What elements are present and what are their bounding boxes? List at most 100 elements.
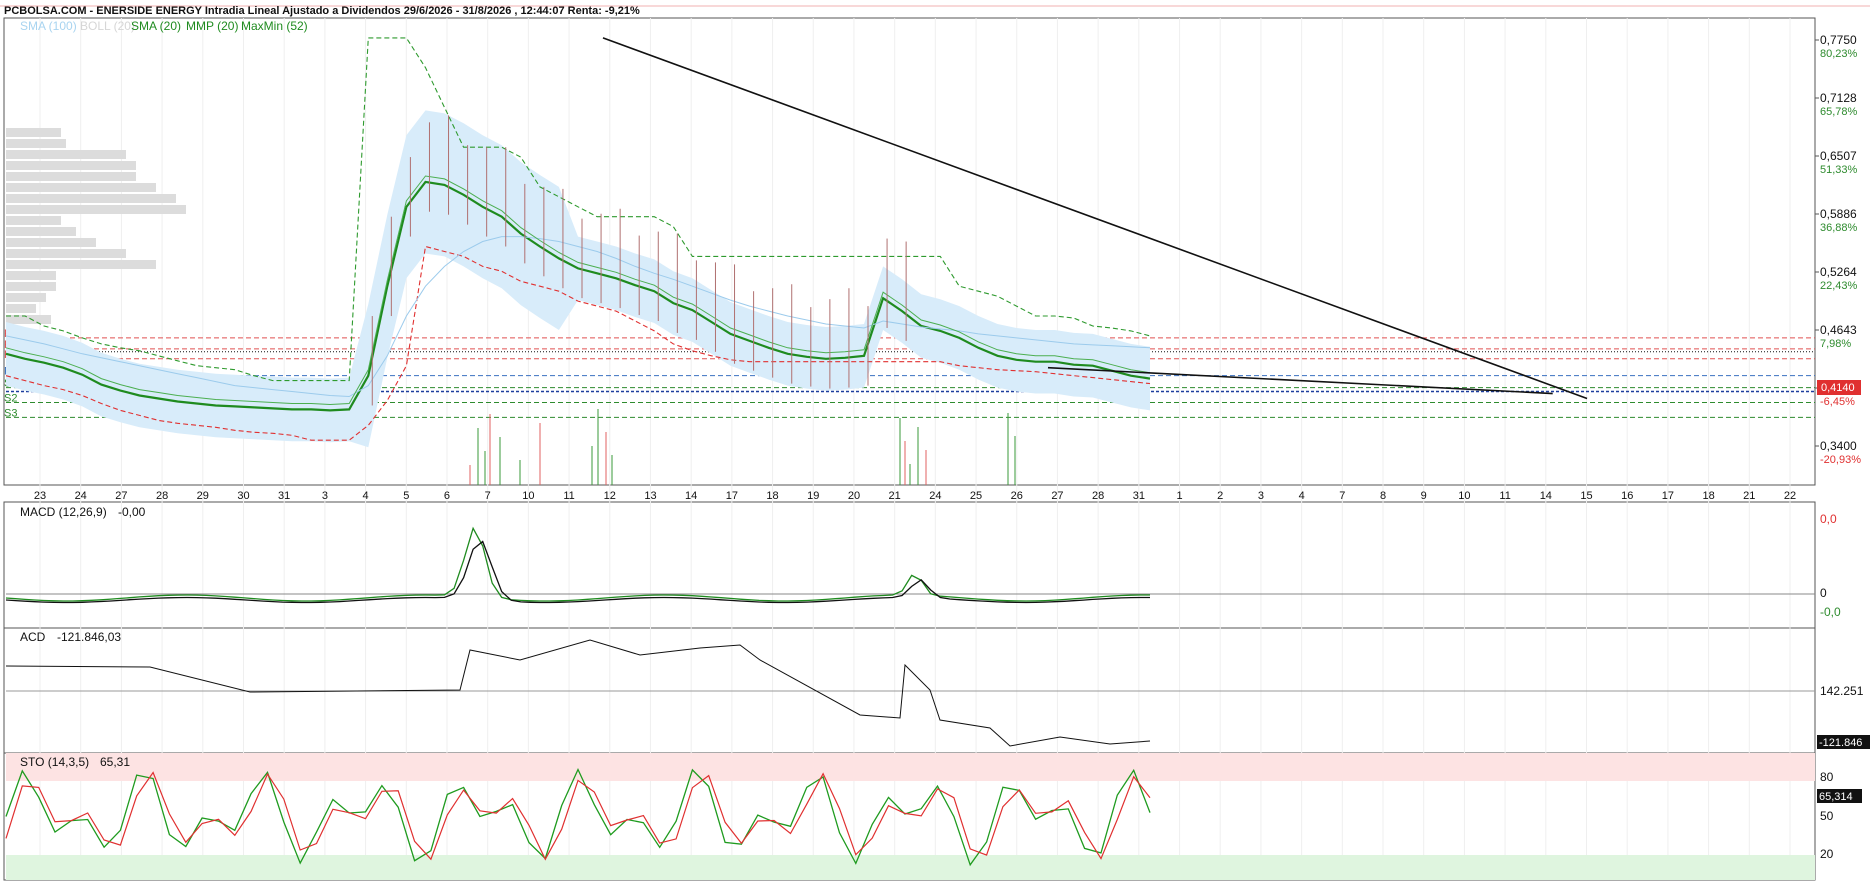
- date-tick-label: 4: [363, 490, 369, 502]
- pct-tick-label: -20,93%: [1820, 454, 1861, 466]
- date-tick-label: 22: [1784, 490, 1796, 502]
- date-tick-label: 5: [403, 490, 409, 502]
- date-tick-label: 7: [485, 490, 491, 502]
- volume-bars: [469, 409, 1016, 485]
- bollinger-fill: [6, 110, 1150, 448]
- volume-profile-bar: [6, 205, 186, 214]
- date-tick-label: 2: [1217, 490, 1223, 502]
- pct-tick-label: 65,78%: [1820, 106, 1858, 118]
- price-tick-label: 0,5264: [1820, 265, 1857, 279]
- last-price-badge: 0,4140: [1821, 382, 1855, 394]
- volume-profile: [6, 128, 186, 324]
- date-tick-label: 14: [1540, 490, 1552, 502]
- volume-profile-bar: [6, 194, 176, 203]
- legend-sma20: SMA (20): [131, 19, 181, 33]
- date-tick-label: 3: [1258, 490, 1264, 502]
- date-tick-label: 31: [1133, 490, 1145, 502]
- date-tick-label: 30: [237, 490, 249, 502]
- volume-profile-bar: [6, 315, 51, 324]
- date-tick-label: 23: [34, 490, 46, 502]
- price-tick-label: 0,5886: [1820, 207, 1857, 221]
- price-tick-label: 0,7128: [1820, 91, 1857, 105]
- volume-profile-bar: [6, 128, 61, 137]
- pct-tick-label: 80,23%: [1820, 48, 1858, 60]
- volume-profile-bar: [6, 271, 56, 280]
- date-tick-label: 21: [889, 490, 901, 502]
- sto-k-line: [5, 767, 1151, 867]
- date-tick-label: 21: [1743, 490, 1755, 502]
- volume-profile-bar: [6, 139, 66, 148]
- date-tick-label: 12: [604, 490, 616, 502]
- date-tick-label: 17: [1662, 490, 1674, 502]
- pct-tick-label: 36,88%: [1820, 222, 1858, 234]
- macd-axis-bottom: -0,0: [1820, 605, 1841, 619]
- pivot-label: S3: [4, 407, 17, 419]
- date-tick-label: 6: [444, 490, 450, 502]
- price-tick-label: 0,4643: [1820, 323, 1857, 337]
- date-tick-label: 13: [644, 490, 656, 502]
- date-tick-label: 20: [848, 490, 860, 502]
- acd-badge: -121.846: [1819, 737, 1862, 749]
- date-tick-label: 28: [1092, 490, 1104, 502]
- legend-maxmin52: MaxMin (52): [241, 19, 308, 33]
- chart-canvas: R3R2R1PivotS1S2S3 2324272829303134567101…: [0, 5, 1870, 881]
- date-tick-label: 10: [522, 490, 534, 502]
- date-tick-label: 15: [1580, 490, 1592, 502]
- macd-axis-top: 0,0: [1820, 512, 1837, 526]
- volume-profile-bar: [6, 172, 136, 181]
- pct-tick-label: -6,45%: [1820, 396, 1855, 408]
- macd-value: -0,00: [118, 505, 146, 519]
- acd-axis-mid: 142.251: [1820, 684, 1864, 698]
- date-tick-label: 11: [563, 490, 574, 502]
- chart-title: PCBOLSA.COM - ENERSIDE ENERGY Intradia L…: [4, 5, 640, 17]
- date-tick-label: 4: [1299, 490, 1305, 502]
- bollinger-band: [6, 110, 1150, 448]
- chart-root: R3R2R1PivotS1S2S3 2324272829303134567101…: [0, 0, 1870, 883]
- sto-badge: 65,314: [1819, 791, 1853, 803]
- pivot-label: S2: [4, 392, 17, 404]
- date-tick-label: 10: [1458, 490, 1470, 502]
- price-tick-label: 0,7750: [1820, 33, 1857, 47]
- date-tick-label: 18: [766, 490, 778, 502]
- date-tick-label: 18: [1702, 490, 1714, 502]
- volume-profile-bar: [6, 282, 56, 291]
- grid-lines: [39, 18, 1791, 880]
- date-tick-label: 27: [1051, 490, 1063, 502]
- sto-oversold-band: [6, 855, 1815, 880]
- sto-value: 65,31: [100, 755, 130, 769]
- volume-profile-bar: [6, 183, 156, 192]
- date-tick-label: 9: [1421, 490, 1427, 502]
- volume-profile-bar: [6, 216, 61, 225]
- macd-title: MACD (12,26,9): [20, 505, 107, 519]
- legend-mmp20: MMP (20): [186, 19, 238, 33]
- volume-profile-bar: [6, 227, 76, 236]
- date-tick-label: 24: [75, 490, 87, 502]
- price-tick-label: 0,3400: [1820, 439, 1857, 453]
- date-tick-label: 27: [115, 490, 127, 502]
- date-tick-label: 14: [685, 490, 697, 502]
- volume-profile-bar: [6, 249, 126, 258]
- date-tick-label: 16: [1621, 490, 1633, 502]
- volume-profile-bar: [6, 150, 126, 159]
- macd-line: [5, 526, 1150, 602]
- sto-d-line: [5, 771, 1151, 861]
- date-tick-label: 24: [929, 490, 941, 502]
- volume-profile-bar: [6, 260, 156, 269]
- date-tick-label: 25: [970, 490, 982, 502]
- date-tick-label: 3: [322, 490, 328, 502]
- date-tick-label: 8: [1380, 490, 1386, 502]
- pct-tick-label: 22,43%: [1820, 280, 1858, 292]
- acd-value: -121.846,03: [57, 630, 121, 644]
- acd-line: [5, 639, 1151, 747]
- date-tick-label: 7: [1339, 490, 1345, 502]
- legend-boll: BOLL (20): [80, 19, 135, 33]
- date-tick-label: 29: [197, 490, 209, 502]
- price-tick-label: 0,6507: [1820, 149, 1857, 163]
- pct-tick-label: 51,33%: [1820, 164, 1858, 176]
- volume-profile-bar: [6, 238, 96, 247]
- date-tick-label: 11: [1499, 490, 1510, 502]
- sto-title: STO (14,3,5): [20, 755, 89, 769]
- volume-profile-bar: [6, 304, 36, 313]
- sto-axis-20: 20: [1820, 847, 1834, 861]
- legend-sma100: SMA (100): [20, 19, 77, 33]
